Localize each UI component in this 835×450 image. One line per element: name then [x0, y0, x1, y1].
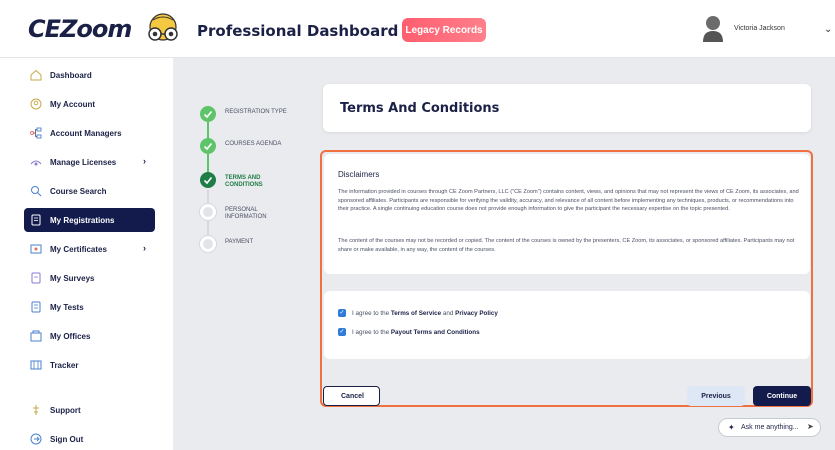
certificate-icon [30, 244, 42, 254]
sidebar-item-account-managers[interactable]: Account Managers [24, 121, 155, 145]
agree-payout-row[interactable]: ✓ I agree to the Payout Terms and Condit… [338, 328, 480, 336]
sidebar-item-my-account[interactable]: My Account [24, 92, 155, 116]
test-icon [31, 301, 41, 313]
sidebar-item-label: Dashboard [50, 71, 92, 80]
section-title: Terms And Conditions [340, 101, 500, 116]
sidebar-item-my-certificates[interactable]: My Certificates › [24, 237, 155, 261]
logo[interactable]: CEZoom [28, 12, 185, 46]
tracker-icon [30, 360, 42, 370]
sparkle-icon: ✦ [728, 423, 735, 432]
agree-and: and [442, 309, 454, 317]
sidebar-item-my-registrations[interactable]: My Registrations [24, 208, 155, 232]
survey-icon [31, 272, 41, 284]
chevron-down-icon[interactable]: ⌄ [824, 24, 832, 35]
sidebar-item-support[interactable]: Support [24, 398, 155, 422]
step-label: TERMS AND CONDITIONS [225, 175, 263, 188]
sidebar-item-label: My Certificates [50, 245, 107, 254]
sidebar-item-label: Account Managers [50, 129, 122, 138]
chevron-right-icon: › [143, 156, 146, 166]
sidebar: Dashboard My Account Account Managers Ma… [0, 58, 173, 450]
disclaimer-paragraph: The information provided in courses thro… [338, 189, 799, 213]
sidebar-item-label: My Surveys [50, 274, 95, 283]
support-icon [33, 405, 39, 415]
step-pending-icon [200, 204, 216, 220]
step-pending-icon [200, 236, 216, 252]
step-label: REGISTRATION TYPE [225, 109, 287, 115]
sidebar-item-label: Course Search [50, 187, 107, 196]
legacy-records-button[interactable]: Legacy Records [402, 18, 486, 42]
terms-of-service-link[interactable]: Terms of Service [391, 310, 441, 317]
disclaimer-paragraph: The content of the courses may not be re… [338, 238, 795, 253]
sidebar-item-my-tests[interactable]: My Tests [24, 295, 155, 319]
agree-terms-row[interactable]: ✓ I agree to the Terms of Service and Pr… [338, 309, 498, 317]
sidebar-item-label: My Tests [50, 303, 84, 312]
sidebar-item-label: Sign Out [50, 435, 84, 444]
agree-prefix: I agree to the [352, 309, 390, 317]
sign-out-icon [30, 433, 42, 445]
step-check-icon [200, 172, 216, 188]
payout-terms-link[interactable]: Payout Terms and Conditions [391, 329, 480, 336]
terms-checkbox[interactable]: ✓ [338, 309, 346, 317]
ask-placeholder: Ask me anything... [741, 424, 799, 431]
disclaimer-card: Disclaimers The information provided in … [324, 154, 810, 274]
privacy-policy-link[interactable]: Privacy Policy [455, 310, 498, 317]
sidebar-item-my-offices[interactable]: My Offices [24, 324, 155, 348]
step-label: PERSONAL INFORMATION [225, 207, 267, 220]
search-icon [31, 186, 42, 197]
sidebar-item-my-surveys[interactable]: My Surveys [24, 266, 155, 290]
step-label: PAYMENT [225, 239, 254, 245]
network-icon [30, 127, 42, 139]
step-check-icon [200, 106, 216, 122]
agree-prefix: I agree to the [352, 328, 390, 336]
user-name: Victoria Jackson [734, 24, 785, 32]
ask-assistant-input[interactable]: ✦ Ask me anything... ➤ [718, 418, 821, 437]
agreements-card: ✓ I agree to the Terms of Service and Pr… [324, 291, 810, 359]
registration-icon [31, 214, 41, 226]
cancel-button[interactable]: Cancel [323, 386, 380, 406]
step-label: COURSES AGENDA [225, 141, 282, 147]
top-header: CEZoom Professional Dashboard Legacy Rec… [0, 0, 835, 58]
sidebar-item-dashboard[interactable]: Dashboard [24, 63, 155, 87]
sidebar-item-label: My Offices [50, 332, 91, 341]
mascot-logo-icon [148, 13, 179, 41]
home-icon [30, 69, 42, 81]
chevron-right-icon: › [143, 243, 146, 253]
sidebar-item-manage-licenses[interactable]: Manage Licenses › [24, 150, 155, 174]
disclaimer-title: Disclaimers [338, 170, 380, 179]
step-connector [207, 154, 209, 174]
sidebar-item-course-search[interactable]: Course Search [24, 179, 155, 203]
sidebar-item-label: My Account [50, 100, 96, 109]
user-icon [30, 98, 42, 110]
sidebar-item-sign-out[interactable]: Sign Out [24, 427, 155, 450]
sidebar-item-label: Tracker [50, 361, 79, 370]
sidebar-item-label: Support [50, 406, 81, 415]
avatar[interactable] [702, 14, 724, 42]
office-icon [30, 330, 42, 342]
payout-checkbox[interactable]: ✓ [338, 328, 346, 336]
terms-header-card: Terms And Conditions [323, 84, 811, 132]
user-menu[interactable]: Victoria Jackson ⌄ [702, 14, 832, 42]
sidebar-item-tracker[interactable]: Tracker [24, 353, 155, 377]
send-icon[interactable]: ➤ [807, 422, 814, 431]
previous-button[interactable]: Previous [687, 386, 745, 406]
page-title: Professional Dashboard [197, 22, 399, 40]
logo-text: CEZoom [28, 15, 132, 43]
sidebar-item-label: Manage Licenses [50, 158, 117, 167]
step-check-icon [200, 138, 216, 154]
continue-button[interactable]: Continue [753, 386, 811, 406]
sidebar-item-label: My Registrations [50, 216, 115, 225]
license-icon [30, 160, 42, 166]
